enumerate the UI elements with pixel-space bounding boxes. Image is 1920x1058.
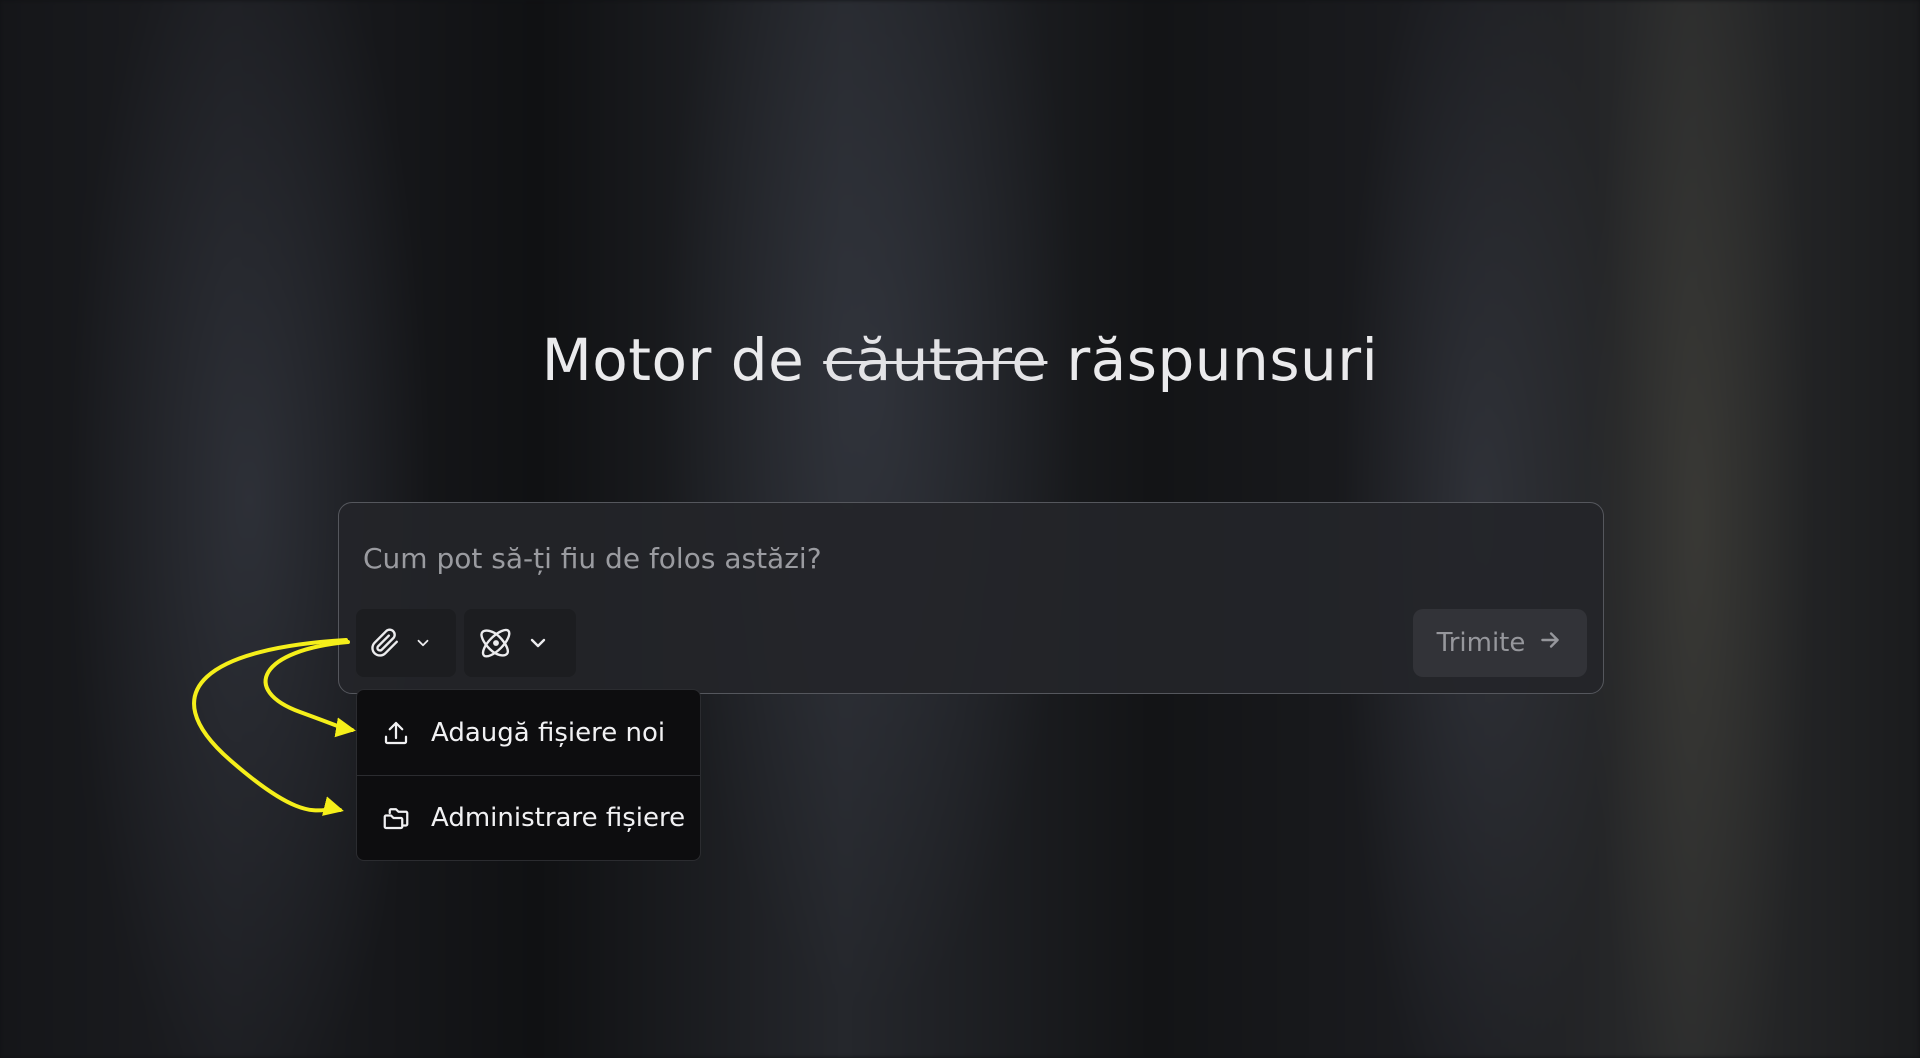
menu-item-label: Adaugă fișiere noi xyxy=(431,717,666,748)
folders-icon xyxy=(381,803,411,833)
send-button[interactable]: Trimite xyxy=(1413,609,1587,677)
menu-item-add-new-files[interactable]: Adaugă fișiere noi xyxy=(357,690,700,775)
annotation-arrow-to-manage-files xyxy=(192,638,348,816)
title-prefix: Motor de xyxy=(541,326,805,394)
model-select-button[interactable] xyxy=(464,609,576,677)
attach-files-button[interactable] xyxy=(356,609,456,677)
atom-icon xyxy=(480,627,512,659)
arrow-right-icon xyxy=(1537,627,1563,660)
upload-icon xyxy=(381,718,411,748)
attach-dropdown-menu: Adaugă fișiere noi Administrare fișiere xyxy=(356,689,701,861)
chat-composer: Trimite xyxy=(338,502,1604,694)
title-suffix: răspunsuri xyxy=(1066,326,1379,394)
paperclip-icon xyxy=(370,628,400,658)
chevron-down-icon xyxy=(526,631,550,655)
page-title: Motor de căutare răspunsuri xyxy=(0,322,1920,398)
send-button-label: Trimite xyxy=(1436,628,1526,658)
menu-item-label: Administrare fișiere xyxy=(431,803,686,833)
title-struck-word: căutare xyxy=(823,326,1048,394)
page: Motor de căutare răspunsuri Cum pot să-ț… xyxy=(0,0,1920,1058)
prompt-input[interactable] xyxy=(361,533,1565,583)
menu-item-manage-files[interactable]: Administrare fișiere xyxy=(357,775,700,860)
chevron-down-icon xyxy=(414,634,432,652)
